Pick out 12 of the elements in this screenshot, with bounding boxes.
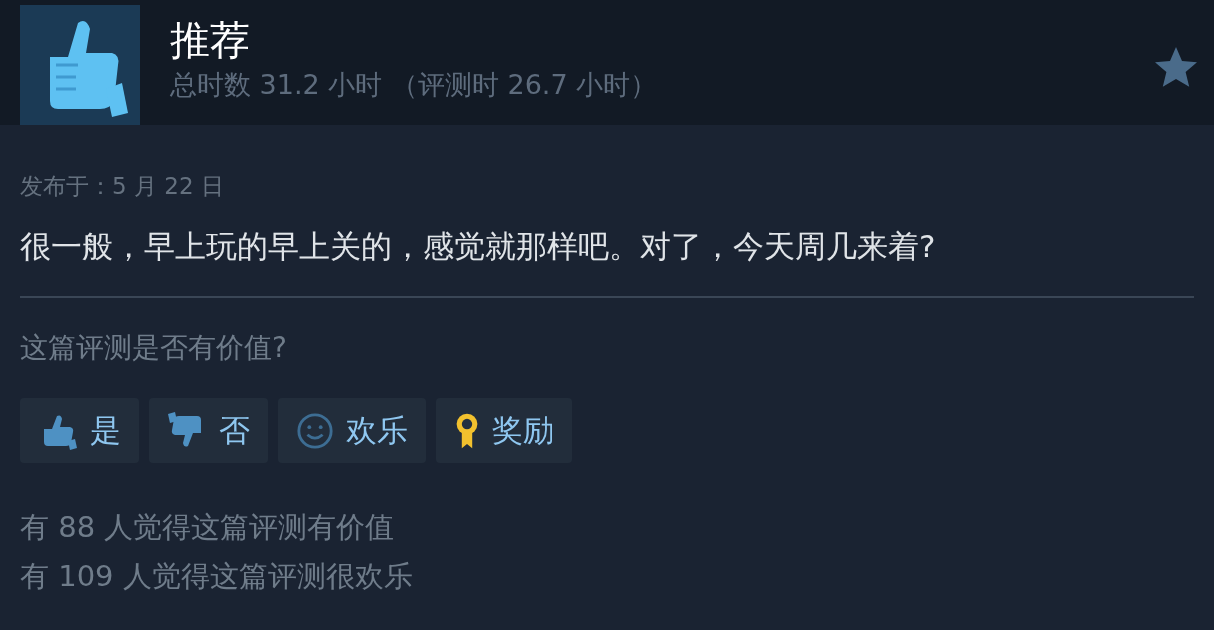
smiley-icon: [296, 411, 334, 450]
vote-count-text: 有 88 人觉得这篇评测有价值: [20, 509, 396, 546]
review-title: 推荐: [170, 16, 251, 65]
review-text: 很一般，早上玩的早上关的，感觉就那样吧。对了，今天周几来着?: [20, 227, 937, 266]
vote-count-text: 有 109 人觉得这篇评测很欢乐: [20, 558, 414, 595]
posted-date: 发布于：5 月 22 日: [20, 172, 225, 201]
helpful-question: 这篇评测是否有价值?: [20, 330, 288, 366]
yes-button[interactable]: 是: [20, 398, 139, 463]
playtime-text: 总时数 31.2 小时 （评测时 26.7 小时）: [170, 68, 659, 102]
award-button[interactable]: 奖励: [436, 398, 572, 463]
funny-button[interactable]: 欢乐: [278, 398, 426, 463]
no-button[interactable]: 否: [149, 398, 268, 463]
